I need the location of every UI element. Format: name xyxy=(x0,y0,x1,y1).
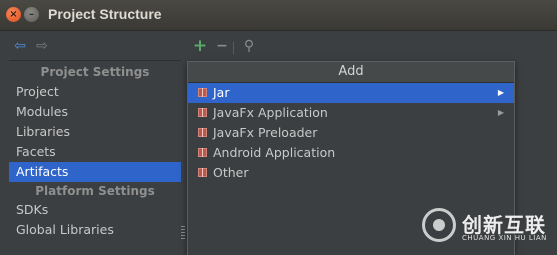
toolbar-separator xyxy=(233,42,234,54)
jar-icon xyxy=(198,168,207,177)
submenu-arrow-icon: ▶ xyxy=(497,88,504,97)
watermark-subtext: CHUANG XIN HU LIAN xyxy=(462,234,547,242)
sidebar-item-sdks[interactable]: SDKs xyxy=(9,200,181,220)
add-icon[interactable]: + xyxy=(192,38,208,55)
menu-item-label: Android Application xyxy=(213,145,336,160)
project-settings-header: Project Settings xyxy=(40,65,150,79)
sidebar-item-modules[interactable]: Modules xyxy=(9,102,181,122)
menu-item-label: JavaFx Application xyxy=(213,105,328,120)
platform-settings-header: Platform Settings xyxy=(35,184,155,198)
back-arrow-icon[interactable]: ⇦ xyxy=(12,38,28,54)
menu-item-label: JavaFx Preloader xyxy=(213,125,318,140)
jar-icon xyxy=(198,108,207,117)
menu-item-label: Jar xyxy=(213,85,230,100)
close-window-button[interactable]: × xyxy=(6,7,21,22)
title-bar: × – Project Structure xyxy=(0,0,557,31)
sidebar-item-artifacts[interactable]: Artifacts xyxy=(9,162,181,182)
menu-item-javafx-application[interactable]: JavaFx Application ▶ xyxy=(188,103,514,123)
jar-icon xyxy=(198,148,207,157)
menu-item-other[interactable]: Other xyxy=(188,163,514,183)
sidebar-item-global-libraries[interactable]: Global Libraries xyxy=(9,220,181,240)
forward-arrow-icon[interactable]: ⇨ xyxy=(34,38,50,54)
window-title: Project Structure xyxy=(48,6,162,22)
menu-item-android-application[interactable]: Android Application xyxy=(188,143,514,163)
jar-icon xyxy=(198,128,207,137)
remove-icon[interactable]: − xyxy=(214,38,230,54)
watermark-logo: 创新互联 CHUANG XIN HU LIAN xyxy=(418,205,557,250)
watermark-logo-icon xyxy=(422,208,456,242)
minimize-window-button[interactable]: – xyxy=(24,7,39,22)
sidebar-item-libraries[interactable]: Libraries xyxy=(9,122,181,142)
sidebar-item-facets[interactable]: Facets xyxy=(9,142,181,162)
menu-item-jar[interactable]: Jar ▶ xyxy=(188,83,514,103)
menu-item-javafx-preloader[interactable]: JavaFx Preloader xyxy=(188,123,514,143)
sidebar-item-project[interactable]: Project xyxy=(9,82,181,102)
menu-item-label: Other xyxy=(213,165,249,180)
jar-icon xyxy=(198,88,207,97)
submenu-arrow-icon: ▶ xyxy=(497,108,504,117)
popup-header: Add xyxy=(188,62,514,83)
find-usages-icon[interactable]: ⚲ xyxy=(241,38,257,54)
sidebar: Project Settings Project Modules Librari… xyxy=(9,60,181,255)
splitter-handle[interactable] xyxy=(181,226,185,240)
